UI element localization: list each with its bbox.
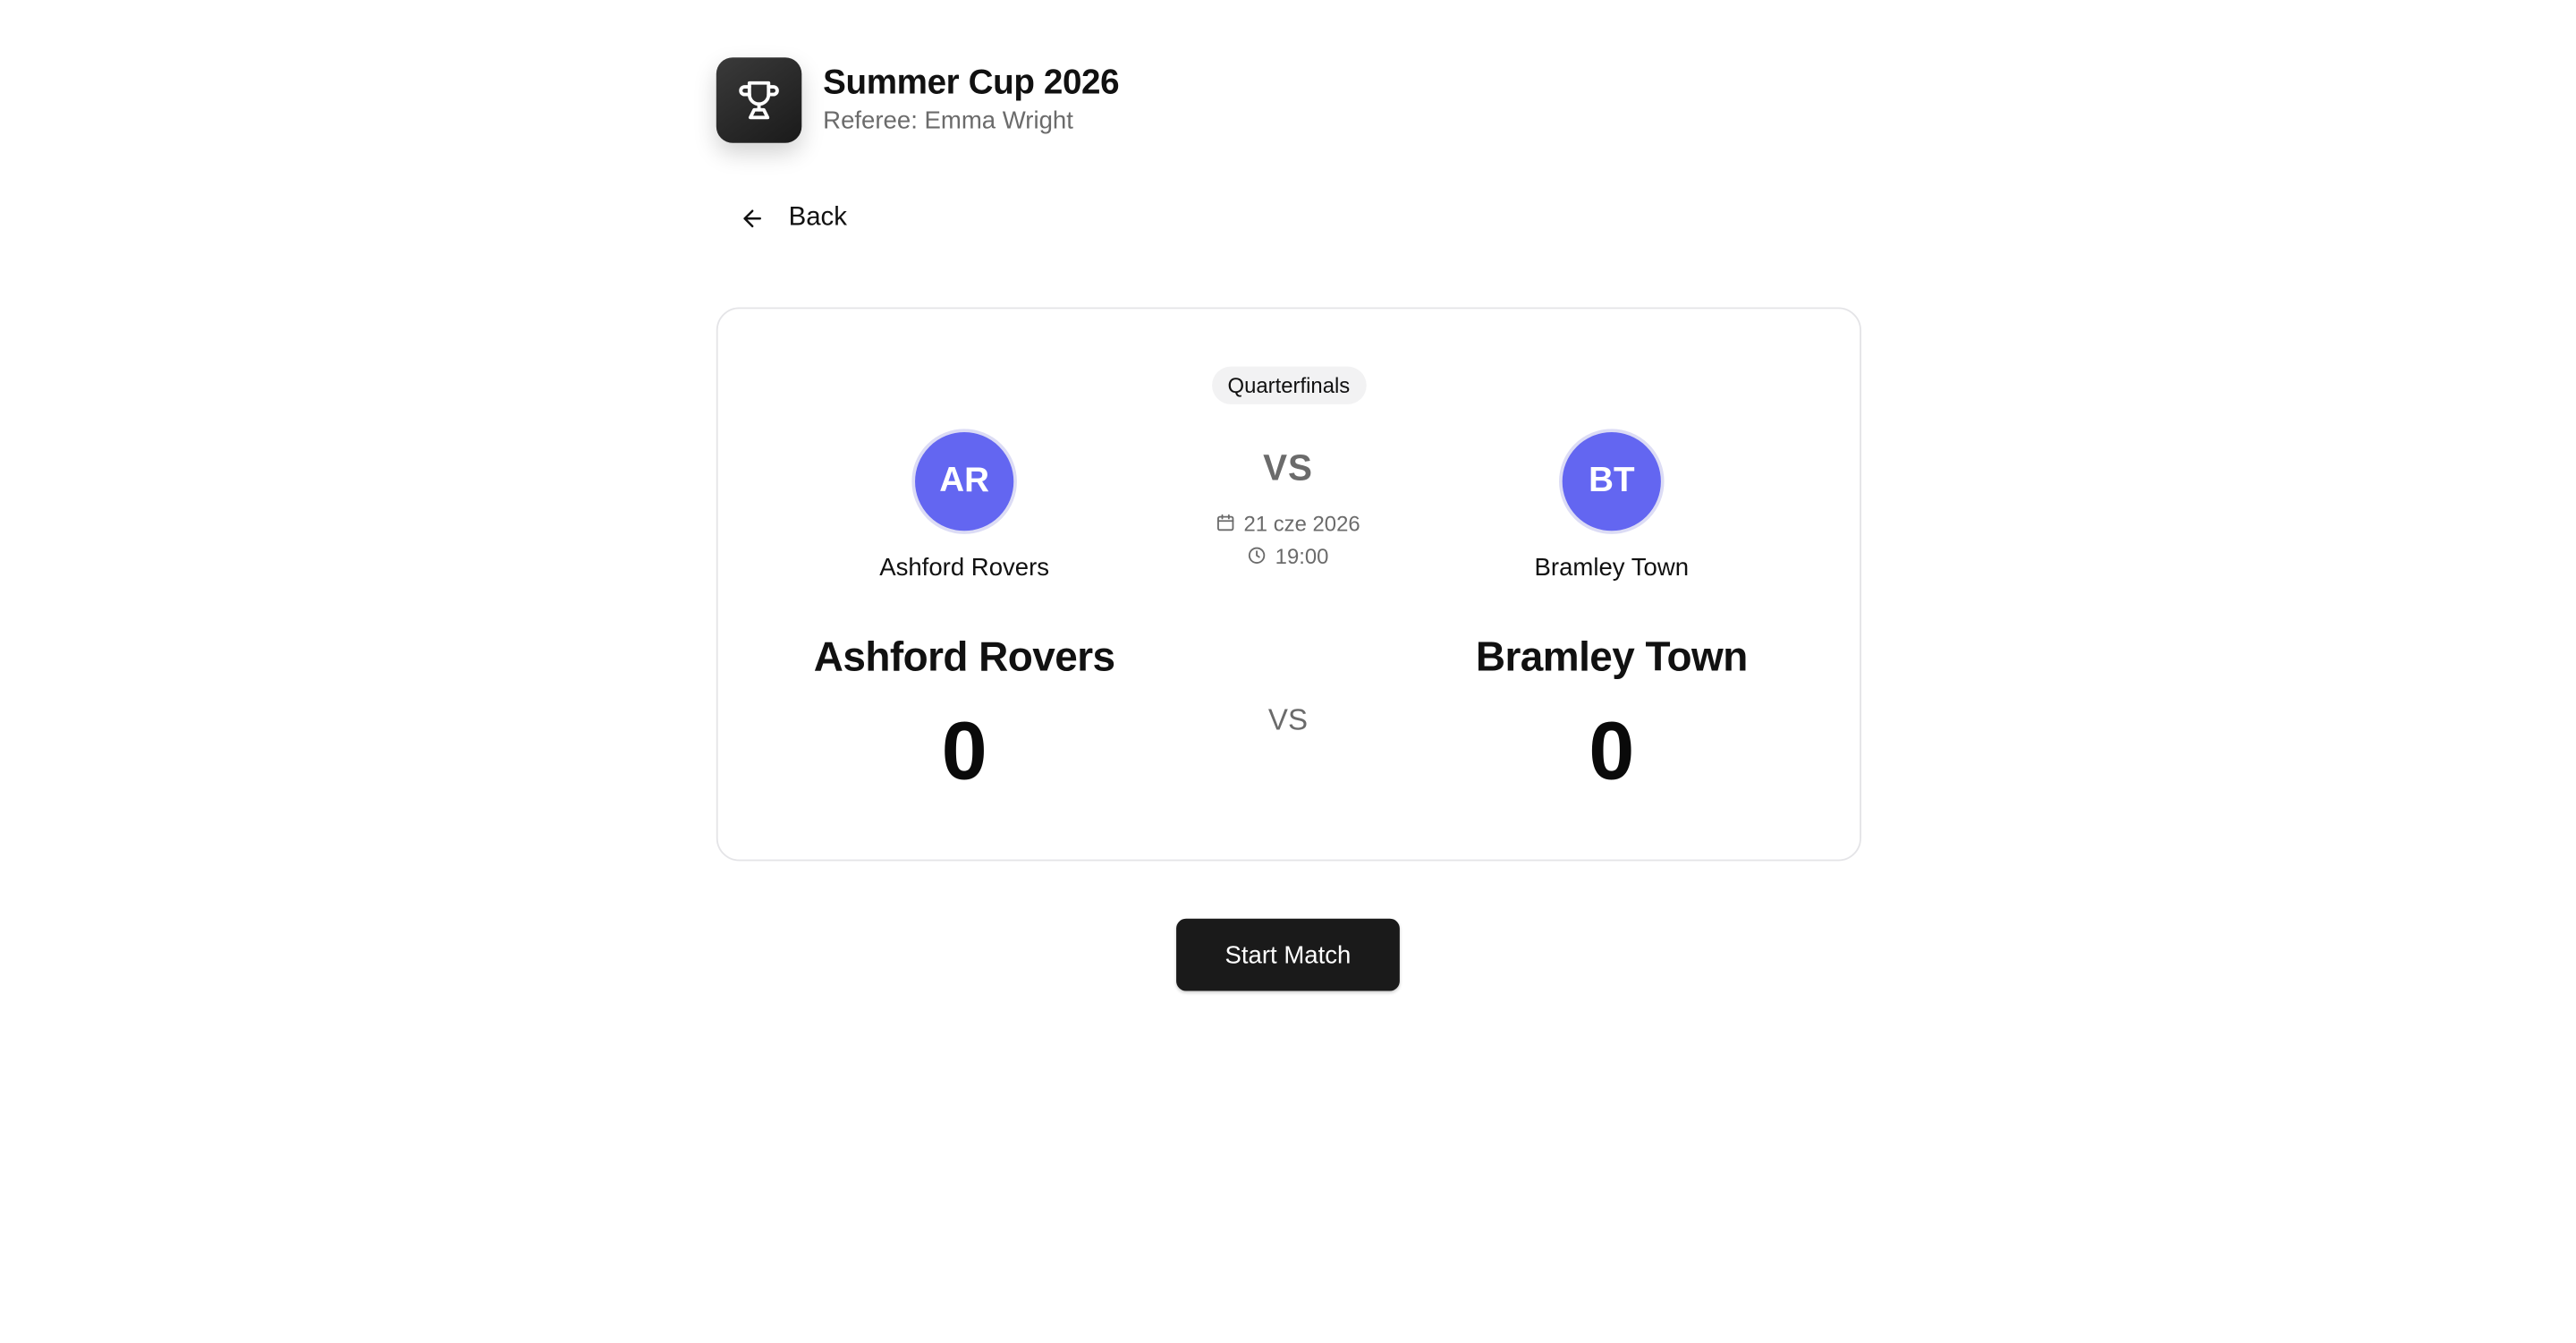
home-team-name-small: Ashford Rovers [879,553,1050,582]
match-info: VS 21 cze 2026 19:00 [1123,447,1452,573]
clock-icon [1249,547,1266,564]
away-team-name-small: Bramley Town [1534,553,1690,582]
trophy-icon [739,80,779,119]
home-team-header: AR Ashford Rovers [800,429,1128,582]
start-match-button[interactable]: Start Match [1176,918,1400,991]
vs-label: VS [1263,446,1313,489]
match-date-row: 21 cze 2026 [1216,506,1360,540]
app-header: Summer Cup 2026 Referee: Emma Wright [716,55,1861,142]
referee-subtitle: Referee: Emma Wright [823,106,1073,134]
arrow-left-icon [743,209,762,228]
calendar-icon [1217,514,1234,531]
away-team-name: Bramley Town [1475,633,1748,681]
home-team-score: 0 [941,704,987,797]
match-date: 21 cze 2026 [1243,510,1360,535]
away-team-score: 0 [1589,704,1635,797]
match-time: 19:00 [1275,543,1329,568]
back-label: Back [788,203,847,232]
match-card: Quarterfinals AR Ashford Rovers VS 21 cz… [716,307,1861,862]
home-team-name: Ashford Rovers [813,633,1115,681]
stage-badge: Quarterfinals [1211,366,1367,404]
vs-score-separator: VS [1267,703,1309,736]
page-title: Summer Cup 2026 [823,63,1120,101]
away-team-avatar: BT [1559,429,1665,534]
main-container: Summer Cup 2026 Referee: Emma Wright Bac… [716,55,1861,862]
away-team-score-block: Bramley Town 0 [1365,629,1858,797]
title-block: Summer Cup 2026 Referee: Emma Wright [823,62,1119,137]
home-team-score-block: Ashford Rovers 0 [718,629,1211,797]
back-button[interactable]: Back [729,189,856,248]
page: Summer Cup 2026 Referee: Emma Wright Bac… [0,0,2576,1343]
away-team-header: BT Bramley Town [1447,429,1775,582]
match-time-row: 19:00 [1247,539,1328,572]
home-team-avatar: AR [911,429,1017,534]
app-logo [716,56,802,142]
